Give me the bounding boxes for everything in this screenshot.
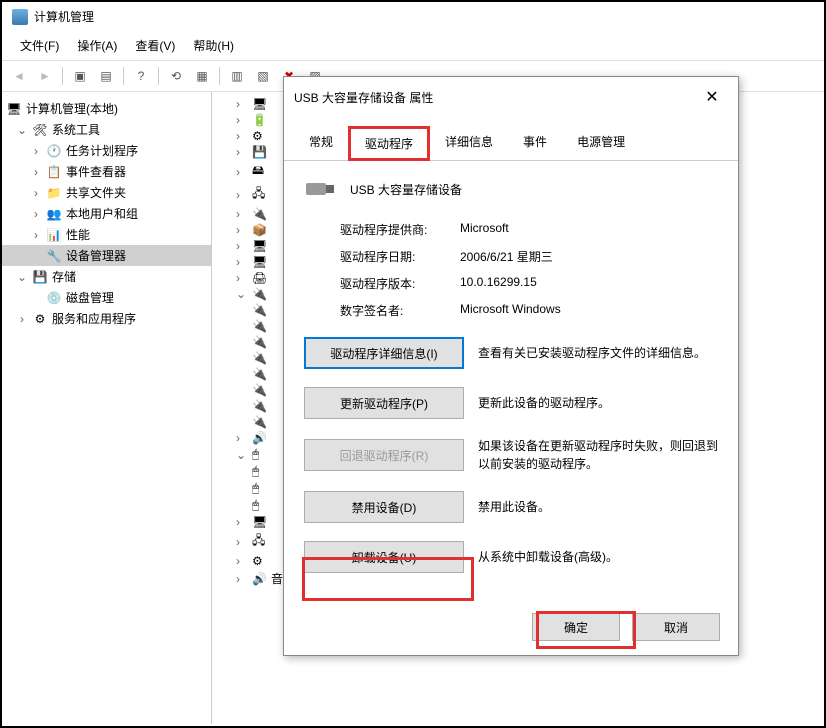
driver-details-desc: 查看有关已安装驱动程序文件的详细信息。 (478, 344, 718, 362)
date-label: 驱动程序日期: (340, 248, 460, 265)
tree-label: 事件查看器 (66, 163, 126, 180)
folder-icon: 📁 (46, 185, 62, 201)
signer-value: Microsoft Windows (460, 302, 561, 319)
refresh-button[interactable]: ⟲ (165, 65, 187, 87)
storage-icon: 💾 (32, 269, 48, 285)
usb-device-icon (304, 177, 336, 201)
version-value: 10.0.16299.15 (460, 275, 537, 292)
tab-general[interactable]: 常规 (294, 126, 348, 161)
driver-details-button[interactable]: 驱动程序详细信息(I) (304, 337, 464, 369)
tree-label: 任务计划程序 (66, 142, 138, 159)
tree-root[interactable]: 🖥计算机管理(本地) (2, 98, 211, 119)
tools-icon: 🛠 (32, 122, 48, 138)
clock-icon: 🕐 (46, 143, 62, 159)
tree-label: 设备管理器 (66, 247, 126, 264)
tab-details[interactable]: 详细信息 (430, 126, 508, 161)
tree-task[interactable]: › 🕐任务计划程序 (2, 140, 211, 161)
nav-tree[interactable]: 🖥计算机管理(本地) ⌄ 🛠系统工具 › 🕐任务计划程序 › 📋事件查看器 › 📁共享文… (2, 92, 212, 724)
tree-systools[interactable]: ⌄ 🛠系统工具 (2, 119, 211, 140)
expand-icon[interactable]: › (30, 165, 42, 179)
update-driver-button[interactable]: 更新驱动程序(P) (304, 387, 464, 419)
expand-icon[interactable]: › (30, 228, 42, 242)
ok-button[interactable]: 确定 (532, 613, 620, 641)
provider-value: Microsoft (460, 221, 509, 238)
update-driver-desc: 更新此设备的驱动程序。 (478, 394, 718, 412)
dialog-body: USB 大容量存储设备 驱动程序提供商:Microsoft 驱动程序日期:200… (284, 160, 738, 607)
users-icon: 👥 (46, 206, 62, 222)
tree-storage[interactable]: ⌄ 💾存储 (2, 266, 211, 287)
tree-services[interactable]: › ⚙服务和应用程序 (2, 308, 211, 329)
tree-users[interactable]: › 👥本地用户和组 (2, 203, 211, 224)
audio-icon: 🔊 (252, 572, 267, 586)
tree-label: 本地用户和组 (66, 205, 138, 222)
menu-bar: 文件(F) 操作(A) 查看(V) 帮助(H) (2, 31, 824, 60)
date-value: 2006/6/21 星期三 (460, 248, 553, 265)
up-button[interactable]: ▣ (69, 65, 91, 87)
menu-file[interactable]: 文件(F) (12, 35, 67, 56)
tree-event[interactable]: › 📋事件查看器 (2, 161, 211, 182)
perf-icon: 📊 (46, 227, 62, 243)
tab-events[interactable]: 事件 (508, 126, 562, 161)
tree-label: 磁盘管理 (66, 289, 114, 306)
tab-bar: 常规 驱动程序 详细信息 事件 电源管理 (284, 117, 738, 160)
expand-icon[interactable]: › (16, 312, 28, 326)
tab-power[interactable]: 电源管理 (562, 126, 640, 161)
disable-device-desc: 禁用此设备。 (478, 498, 718, 516)
menu-view[interactable]: 查看(V) (127, 35, 183, 56)
tool-button[interactable]: ▥ (226, 65, 248, 87)
event-icon: 📋 (46, 164, 62, 180)
provider-label: 驱动程序提供商: (340, 221, 460, 238)
dialog-titlebar: USB 大容量存储设备 属性 ✕ (284, 77, 738, 117)
help-button[interactable]: ? (130, 65, 152, 87)
uninstall-device-button[interactable]: 卸载设备(U) (304, 541, 464, 573)
services-icon: ⚙ (32, 311, 48, 327)
close-button[interactable]: ✕ (696, 85, 728, 109)
properties-dialog: USB 大容量存储设备 属性 ✕ 常规 驱动程序 详细信息 事件 电源管理 US… (283, 76, 739, 656)
separator (123, 67, 124, 85)
tree-label: 服务和应用程序 (52, 310, 136, 327)
menu-help[interactable]: 帮助(H) (185, 35, 242, 56)
app-icon (12, 9, 28, 25)
menu-action[interactable]: 操作(A) (69, 35, 125, 56)
tree-disk[interactable]: 💿磁盘管理 (2, 287, 211, 308)
props-button[interactable]: ▤ (95, 65, 117, 87)
tree-label: 计算机管理(本地) (26, 100, 118, 117)
signer-label: 数字签名者: (340, 302, 460, 319)
tree-label: 共享文件夹 (66, 184, 126, 201)
version-label: 驱动程序版本: (340, 275, 460, 292)
device-name: USB 大容量存储设备 (350, 181, 462, 198)
tree-devmgr[interactable]: 🔧设备管理器 (2, 245, 211, 266)
tree-label: 系统工具 (52, 121, 100, 138)
rollback-driver-desc: 如果该设备在更新驱动程序时失败，则回退到以前安装的驱动程序。 (478, 437, 718, 473)
disk-icon: 💿 (46, 290, 62, 306)
collapse-icon[interactable]: ⌄ (16, 270, 28, 284)
forward-button: ► (34, 65, 56, 87)
cancel-button[interactable]: 取消 (632, 613, 720, 641)
separator (62, 67, 63, 85)
expand-icon[interactable]: › (30, 144, 42, 158)
dialog-title: USB 大容量存储设备 属性 (294, 89, 433, 106)
tree-perf[interactable]: › 📊性能 (2, 224, 211, 245)
window-title: 计算机管理 (34, 8, 94, 25)
separator (158, 67, 159, 85)
back-button: ◄ (8, 65, 30, 87)
tree-label: 性能 (66, 226, 90, 243)
tool-button[interactable]: ▧ (252, 65, 274, 87)
tab-driver[interactable]: 驱动程序 (348, 126, 430, 161)
window-titlebar: 计算机管理 (2, 2, 824, 31)
separator (219, 67, 220, 85)
expand-icon[interactable]: › (30, 207, 42, 221)
scan-button[interactable]: ▦ (191, 65, 213, 87)
tree-label: 存储 (52, 268, 76, 285)
disable-device-button[interactable]: 禁用设备(D) (304, 491, 464, 523)
uninstall-device-desc: 从系统中卸载设备(高级)。 (478, 548, 718, 566)
computer-icon: 🖥 (6, 101, 22, 117)
tree-shared[interactable]: › 📁共享文件夹 (2, 182, 211, 203)
expand-icon[interactable]: › (30, 186, 42, 200)
devmgr-icon: 🔧 (46, 248, 62, 264)
collapse-icon[interactable]: ⌄ (16, 123, 28, 137)
rollback-driver-button: 回退驱动程序(R) (304, 439, 464, 471)
